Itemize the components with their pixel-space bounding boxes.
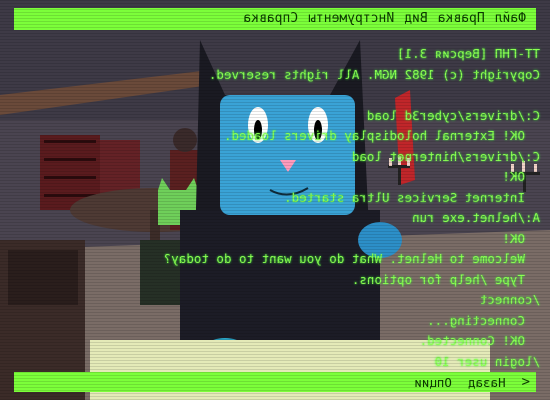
terminal-line: Welcome to Helnet. What do you want to d… [163,251,540,266]
status-bar: < Назад Опции [14,372,536,392]
terminal-line: /connect [479,292,540,307]
terminal-prompt[interactable]: /login user 10 [164,352,540,373]
menu-tools[interactable]: Инструменты [308,8,394,30]
terminal-line: C:/drivers/hinternet load [351,148,540,164]
menu-view[interactable]: Вид [404,8,427,30]
terminal-line: Connecting... [427,312,540,328]
options-button[interactable]: Опции [414,375,452,390]
terminal-line: Type /help for options. [351,271,540,287]
screen: Файл Правка Вид Инструменты Справка TT-Г… [0,0,550,400]
menu-edit[interactable]: Правка [438,8,485,30]
back-arrow-icon[interactable]: < [522,374,530,390]
menu-help[interactable]: Справка [243,8,298,30]
holodisplay-terminal: Файл Правка Вид Инструменты Справка TT-Г… [0,0,550,400]
terminal-line: OK! Connected. [419,333,540,348]
terminal-line: Internet Services Ultra started. [284,189,540,205]
terminal-line: OK! [502,169,540,184]
terminal-line: OK! External holodisplay drivers loaded. [223,128,540,143]
menu-bar: Файл Правка Вид Инструменты Справка [14,8,536,30]
terminal-output: TT-ГНП [Версия 3.1] Copyright (c) 1982 N… [164,44,540,372]
menu-file[interactable]: Файл [495,8,526,30]
terminal-line: A:/helnet.exe run [412,210,540,225]
terminal-line: Copyright (c) 1982 NGM. All rights reser… [208,66,540,82]
terminal-line: TT-ГНП [Версия 3.1] [397,46,540,61]
terminal-line: OK! [502,230,540,246]
back-button[interactable]: Назад [468,375,506,390]
terminal-line: C:/drivers/cyber3d load [366,107,540,123]
